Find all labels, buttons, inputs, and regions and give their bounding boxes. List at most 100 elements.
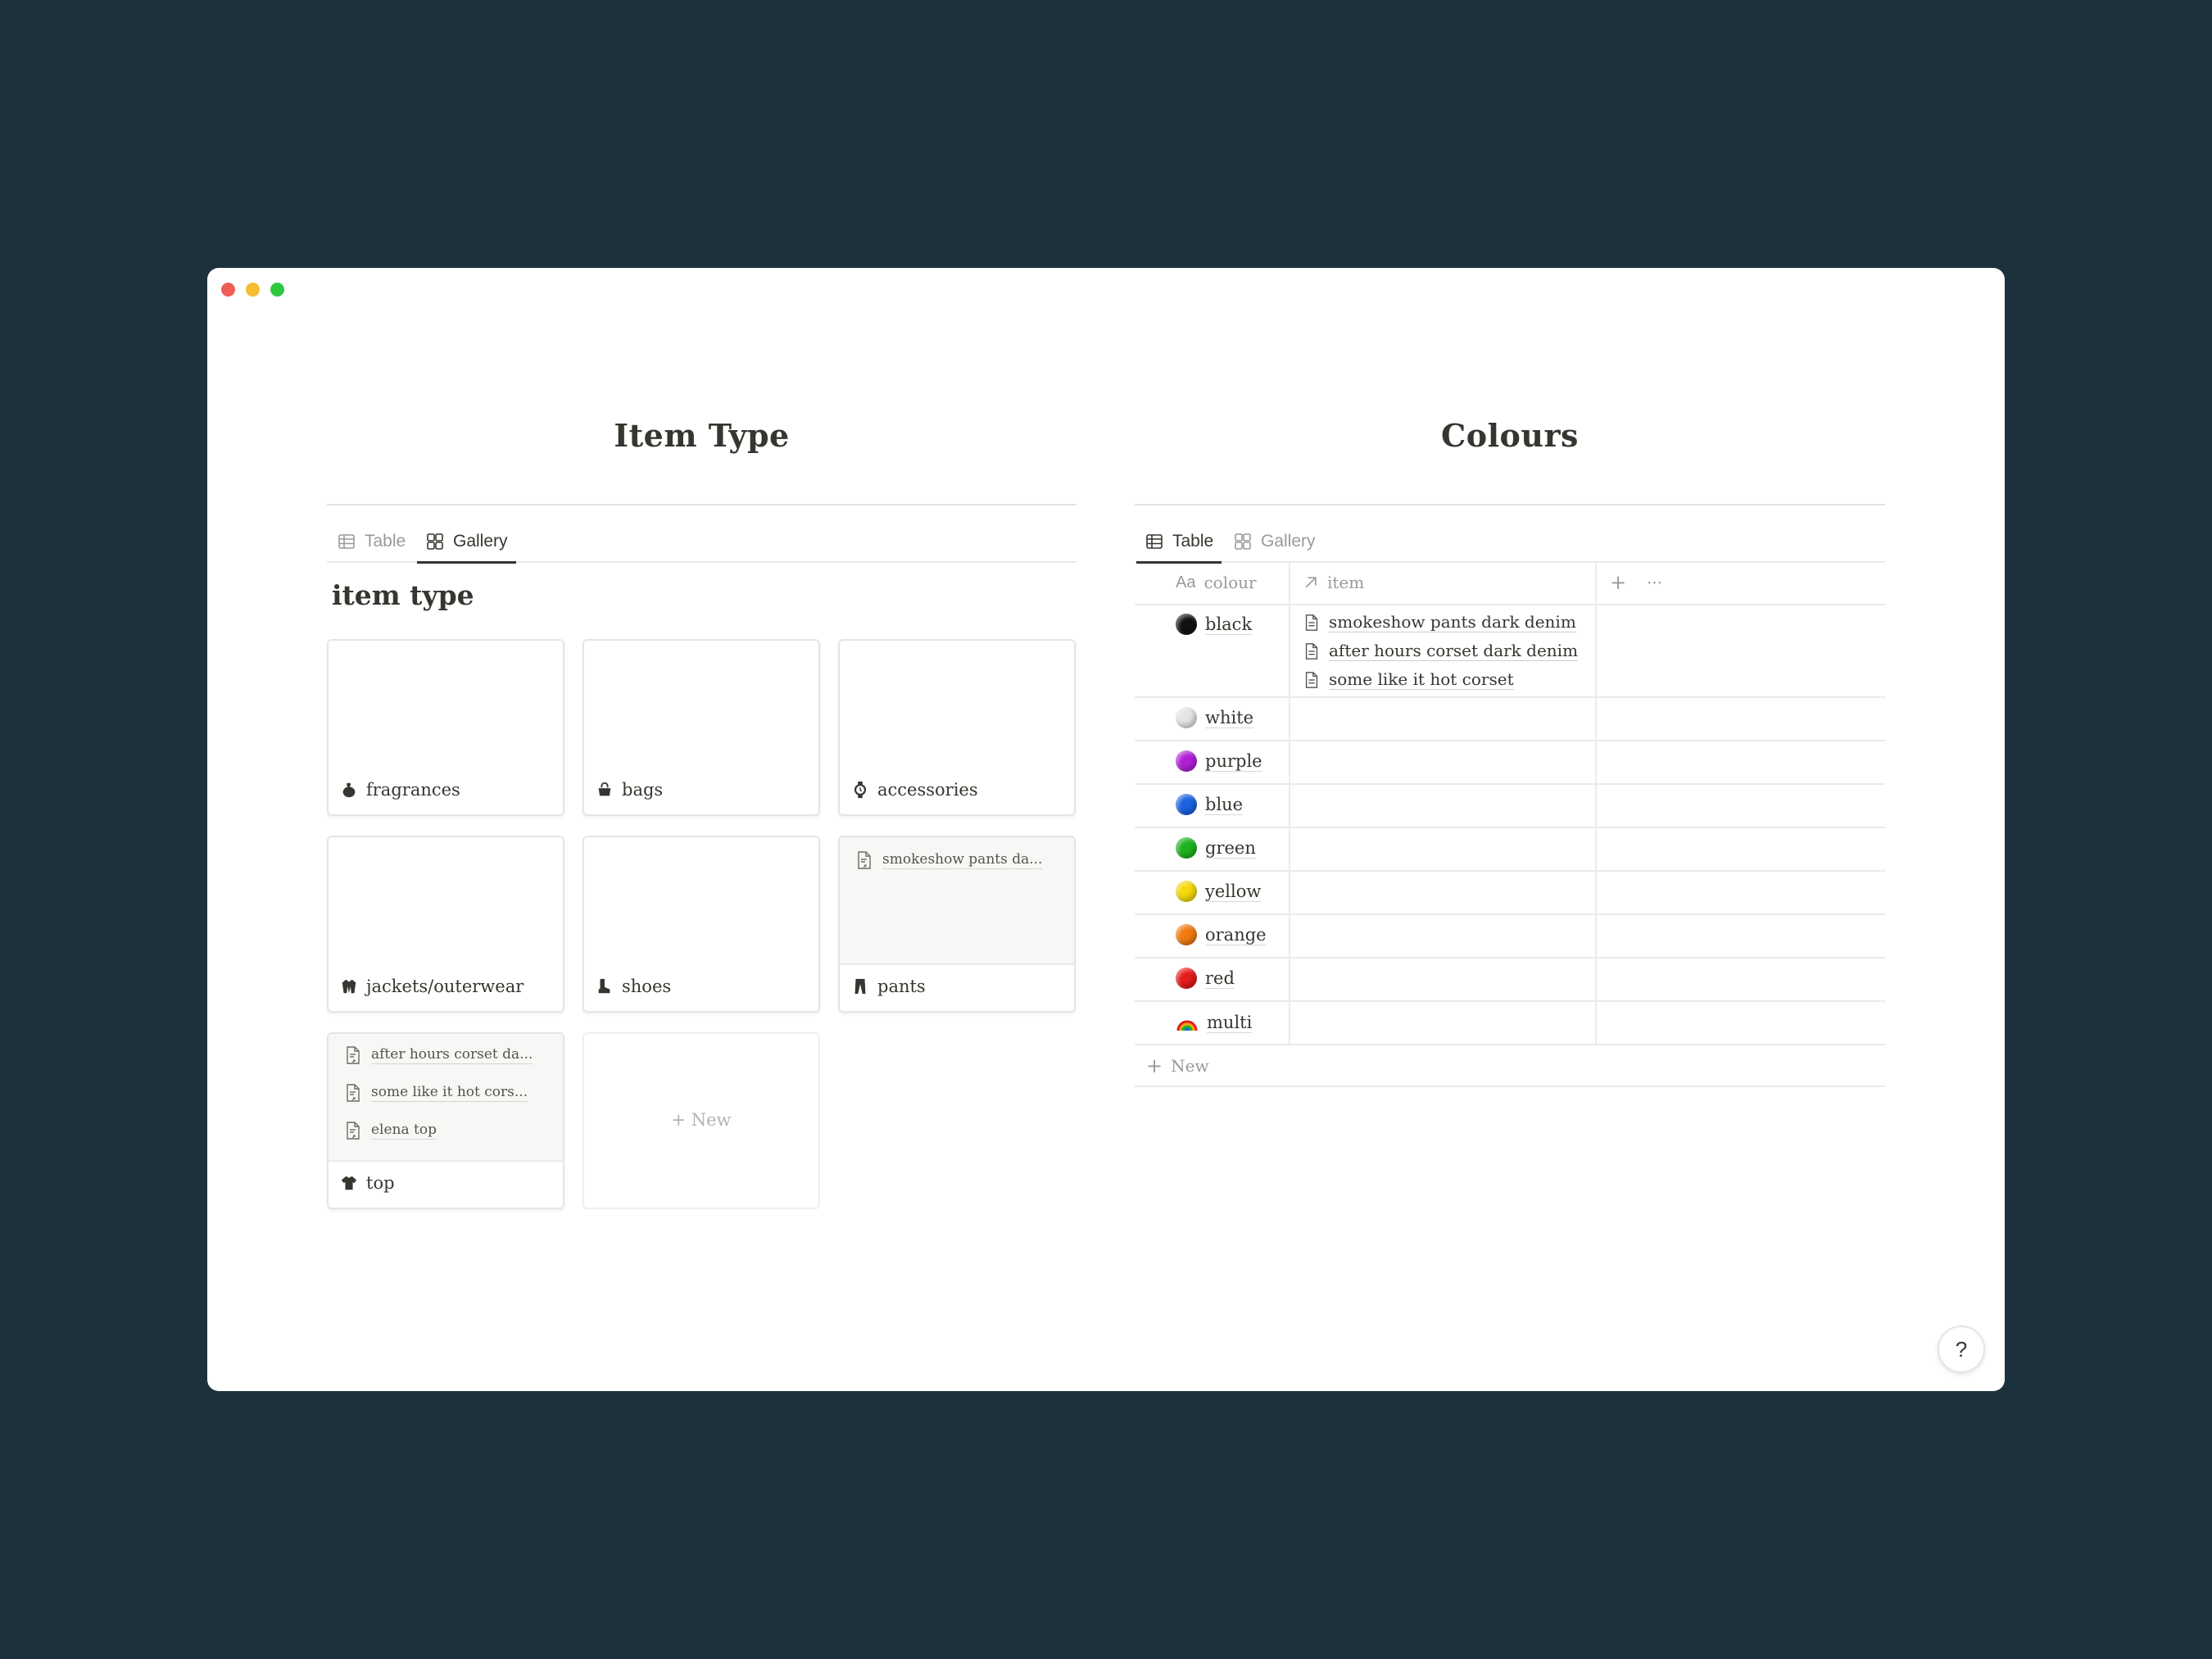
page-link-icon xyxy=(347,1046,360,1064)
table-row[interactable]: black smokeshow pants dark denim after h… xyxy=(1135,604,1885,698)
card-preview: after hours corset da... some like it ho… xyxy=(329,1034,563,1162)
view-tabs: Table Gallery xyxy=(327,522,1077,564)
colour-cell[interactable]: red xyxy=(1176,968,1235,989)
purple-circle-icon xyxy=(1176,750,1197,772)
tab-table[interactable]: Table xyxy=(1136,522,1222,564)
colour-cell[interactable]: blue xyxy=(1176,794,1244,815)
coat-icon xyxy=(342,979,356,994)
colour-cell[interactable]: white xyxy=(1176,707,1254,728)
table-row[interactable]: white xyxy=(1135,697,1885,741)
black-circle-icon xyxy=(1176,614,1197,635)
colour-cell[interactable]: black xyxy=(1176,614,1253,635)
related-item-title: some like it hot corset xyxy=(1329,669,1514,690)
add-column-button[interactable]: + xyxy=(1610,561,1626,604)
page-heading: Colours xyxy=(1441,417,1579,454)
divider xyxy=(1135,504,1885,505)
page-icon xyxy=(1305,614,1318,631)
related-item-title: after hours corset dark denim xyxy=(1329,641,1579,661)
card-preview: smokeshow pants da... xyxy=(840,837,1074,965)
table-row[interactable]: green xyxy=(1135,827,1885,872)
rainbow-icon xyxy=(1176,1020,1198,1031)
gallery-card-top[interactable]: after hours corset da... some like it ho… xyxy=(327,1032,564,1209)
colour-name: yellow xyxy=(1205,881,1262,902)
colour-cell[interactable]: purple xyxy=(1176,750,1262,772)
gallery-title: item type xyxy=(332,579,474,611)
new-card-label: + New xyxy=(671,1110,732,1130)
colour-name: green xyxy=(1205,837,1256,859)
pants-icon xyxy=(854,978,866,995)
card-title: top xyxy=(366,1173,395,1193)
linked-page[interactable]: some like it hot cors... xyxy=(343,1083,528,1103)
card-preview xyxy=(584,837,818,963)
table-icon xyxy=(338,534,355,549)
table-row[interactable]: yellow xyxy=(1135,871,1885,915)
new-card-button[interactable]: + New xyxy=(582,1032,820,1209)
gallery-card-jackets[interactable]: jackets/outerwear xyxy=(327,836,564,1013)
tab-gallery[interactable]: Gallery xyxy=(417,522,516,564)
page-link-icon xyxy=(858,851,871,869)
yellow-circle-icon xyxy=(1176,881,1197,902)
colour-cell[interactable]: orange xyxy=(1176,924,1267,945)
card-footer: fragrances xyxy=(340,780,460,800)
table-row[interactable]: blue xyxy=(1135,784,1885,828)
table-row[interactable]: multi xyxy=(1135,1001,1885,1045)
table-header: Aa colour item + ··· xyxy=(1135,561,1885,605)
linked-page[interactable]: elena top xyxy=(343,1121,437,1140)
related-item-title: smokeshow pants dark denim xyxy=(1329,612,1576,632)
new-row-button[interactable]: + New xyxy=(1135,1045,1885,1087)
gallery-card-shoes[interactable]: shoes xyxy=(582,836,820,1013)
card-title: shoes xyxy=(622,977,672,996)
colour-name: blue xyxy=(1205,794,1244,815)
white-circle-icon xyxy=(1176,707,1197,728)
colour-cell[interactable]: green xyxy=(1176,837,1256,859)
orange-circle-icon xyxy=(1176,924,1197,945)
linked-page-title: some like it hot cors... xyxy=(371,1084,528,1102)
tab-table[interactable]: Table xyxy=(329,522,414,561)
linked-page[interactable]: smokeshow pants da... xyxy=(854,850,1043,870)
card-footer: accessories xyxy=(851,780,978,800)
maximize-window-button[interactable] xyxy=(270,283,284,297)
page-heading: Item Type xyxy=(614,417,790,454)
minimize-window-button[interactable] xyxy=(246,283,260,297)
colour-name: black xyxy=(1205,614,1253,635)
gallery-card-accessories[interactable]: accessories xyxy=(838,639,1076,816)
related-item[interactable]: smokeshow pants dark denim xyxy=(1303,612,1576,632)
colour-cell[interactable]: yellow xyxy=(1176,881,1262,902)
column-header-colour[interactable]: Aa colour xyxy=(1176,561,1257,604)
card-title: bags xyxy=(622,780,664,800)
more-options-button[interactable]: ··· xyxy=(1647,561,1662,604)
related-item[interactable]: after hours corset dark denim xyxy=(1303,641,1579,661)
text-property-icon: Aa xyxy=(1176,573,1196,592)
tab-gallery[interactable]: Gallery xyxy=(1225,522,1324,561)
page-link-icon xyxy=(347,1084,360,1102)
tab-label: Gallery xyxy=(1261,532,1316,551)
handbag-icon xyxy=(598,782,611,796)
help-button[interactable]: ? xyxy=(1938,1326,1985,1373)
related-item[interactable]: some like it hot corset xyxy=(1303,669,1514,690)
table-icon xyxy=(1146,534,1163,549)
new-row-label: + New xyxy=(1146,1054,1209,1077)
table-row[interactable]: red xyxy=(1135,958,1885,1002)
tab-label: Table xyxy=(1172,532,1214,551)
plus-icon: + xyxy=(671,1110,687,1130)
colour-name: white xyxy=(1205,707,1254,728)
divider xyxy=(327,504,1077,505)
gallery-card-pants[interactable]: smokeshow pants da... pants xyxy=(838,836,1076,1013)
card-footer: jackets/outerwear xyxy=(340,977,524,996)
perfume-icon xyxy=(342,782,356,798)
tab-label: Table xyxy=(365,532,406,551)
gallery-card-fragrances[interactable]: fragrances xyxy=(327,639,564,816)
colour-name: orange xyxy=(1205,924,1267,945)
linked-page-title: elena top xyxy=(371,1122,437,1140)
linked-page[interactable]: after hours corset da... xyxy=(343,1045,533,1065)
colour-cell[interactable]: multi xyxy=(1176,1011,1253,1034)
close-window-button[interactable] xyxy=(221,283,235,297)
more-icon: ··· xyxy=(1647,573,1663,592)
table-row[interactable]: orange xyxy=(1135,914,1885,959)
boot-icon xyxy=(598,978,610,994)
column-header-item[interactable]: item xyxy=(1303,561,1364,604)
gallery-card-bags[interactable]: bags xyxy=(582,639,820,816)
view-tabs: Table Gallery xyxy=(1135,522,1885,564)
page-link-icon xyxy=(347,1122,360,1140)
table-row[interactable]: purple xyxy=(1135,741,1885,785)
